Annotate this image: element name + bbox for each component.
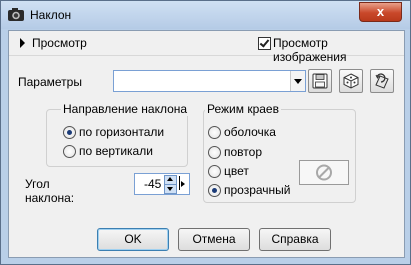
radio-wrap[interactable]: [208, 126, 221, 139]
radio-vertical[interactable]: [63, 145, 76, 158]
radio-transparent[interactable]: [208, 184, 221, 197]
angle-value[interactable]: -45: [144, 177, 161, 191]
preview-image-checkbox[interactable]: [258, 37, 271, 50]
edge-color-swatch[interactable]: [299, 160, 349, 185]
radio-horizontal-label[interactable]: по горизонтали: [79, 125, 164, 139]
window-title: Наклон: [30, 8, 72, 22]
preview-image-label[interactable]: Просмотр изображения: [273, 36, 404, 64]
angle-label-line2: наклона:: [25, 191, 75, 205]
chevron-down-icon[interactable]: [290, 71, 305, 91]
radio-horizontal[interactable]: [63, 126, 76, 139]
dialog-window: Наклон x Просмотр Просмотр изображения П…: [0, 0, 411, 265]
reset-button[interactable]: [370, 69, 394, 93]
radio-wrap-label[interactable]: оболочка: [224, 125, 276, 139]
angle-spinbox[interactable]: -45: [134, 173, 190, 195]
cancel-button[interactable]: Отмена: [178, 228, 250, 251]
reset-icon: [375, 73, 389, 89]
params-label: Параметры: [18, 75, 82, 89]
randomize-button[interactable]: [339, 69, 363, 93]
spin-down-icon[interactable]: [164, 184, 177, 194]
help-button[interactable]: Справка: [259, 228, 331, 251]
preview-bar: Просмотр Просмотр изображения: [9, 31, 404, 64]
no-color-icon: [316, 164, 332, 181]
close-button[interactable]: x: [359, 2, 402, 22]
close-icon: x: [376, 4, 385, 19]
radio-vertical-label[interactable]: по вертикали: [79, 144, 153, 158]
dialog-body: Просмотр Просмотр изображения Параметры: [8, 30, 405, 258]
ok-button[interactable]: OK: [97, 228, 169, 251]
edge-mode-group-title: Режим краев: [205, 102, 281, 116]
radio-transparent-label[interactable]: прозрачный: [224, 183, 291, 197]
slider-popup-icon[interactable]: [179, 176, 186, 190]
params-preset-combo[interactable]: [113, 70, 306, 92]
radio-repeat-label[interactable]: повтор: [224, 145, 262, 159]
angle-label-line1: Угол: [25, 177, 50, 191]
camera-icon: [7, 5, 25, 23]
preview-toggle-label[interactable]: Просмотр: [32, 36, 87, 50]
title-bar[interactable]: Наклон x: [1, 1, 410, 29]
angle-spin-buttons: [164, 175, 177, 194]
radio-repeat[interactable]: [208, 146, 221, 159]
direction-group-title: Направление наклона: [61, 102, 190, 116]
expand-arrow-icon[interactable]: [20, 38, 25, 48]
radio-color[interactable]: [208, 165, 221, 178]
floppy-disk-icon: [312, 73, 328, 89]
save-preset-button[interactable]: [308, 69, 332, 93]
dice-icon: [343, 73, 359, 89]
radio-color-label[interactable]: цвет: [224, 164, 249, 178]
